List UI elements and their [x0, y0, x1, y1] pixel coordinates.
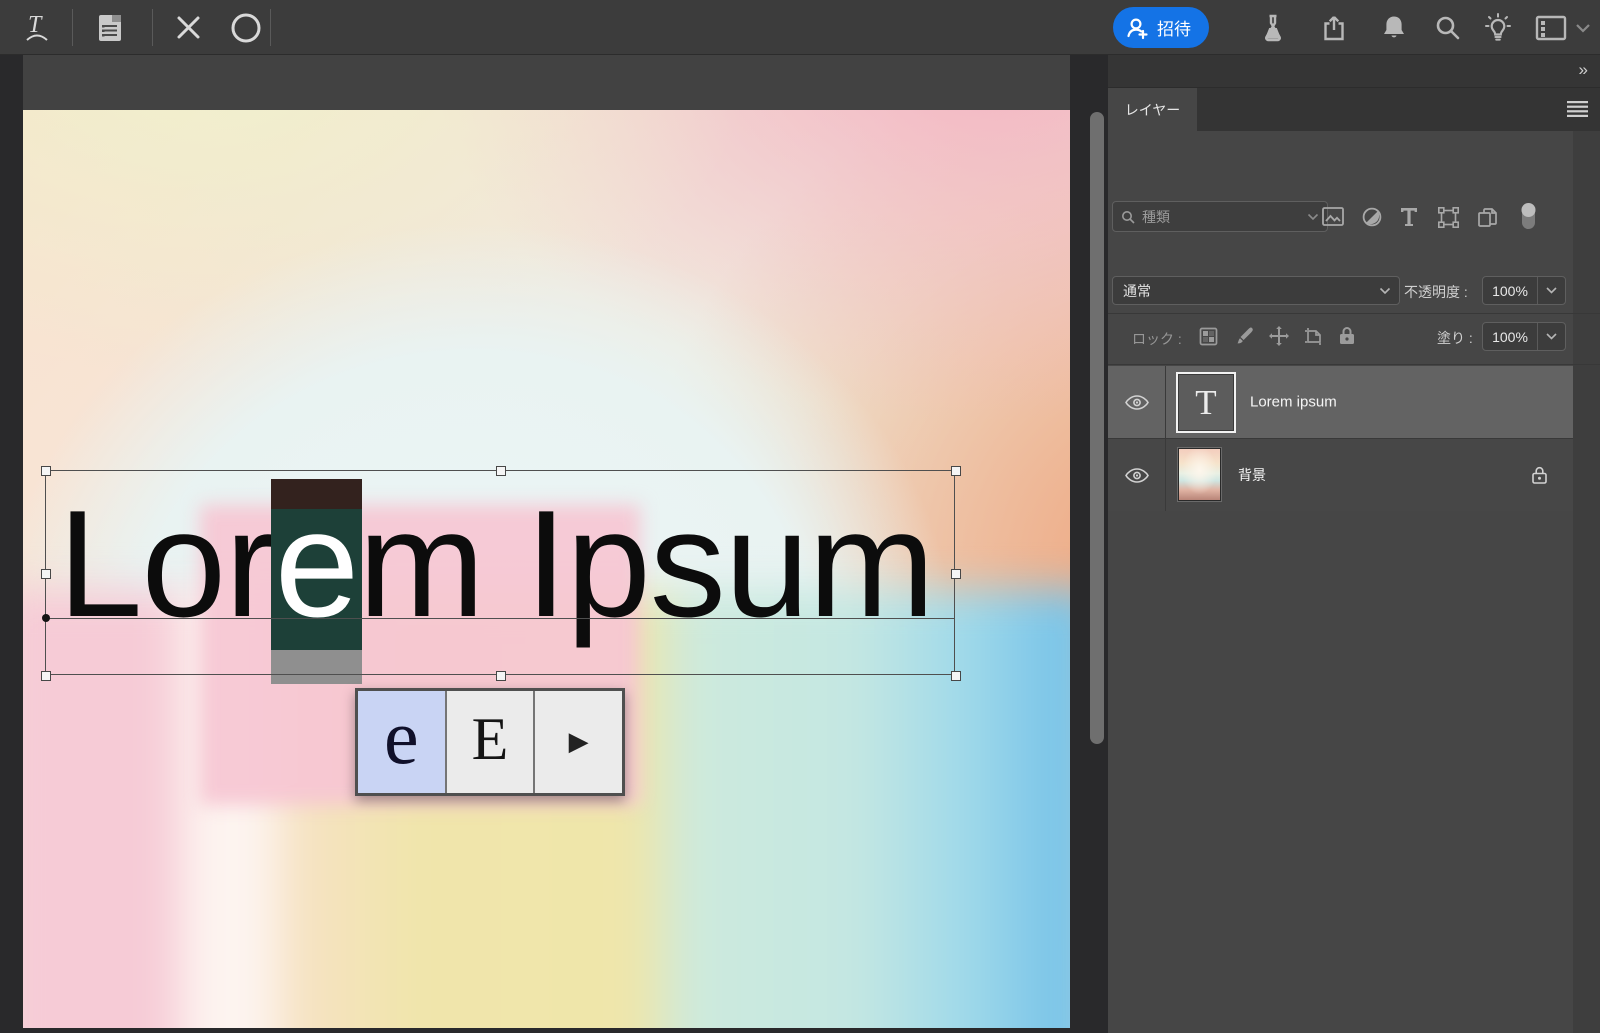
filter-adjustment-layers-icon[interactable]: [1362, 207, 1382, 227]
glyph-option-lowercase[interactable]: e: [358, 691, 445, 793]
panel-divider: [1108, 364, 1600, 365]
toolbar-separator: [152, 9, 153, 46]
eye-icon: [1124, 467, 1149, 483]
lock-position-icon[interactable]: [1269, 326, 1289, 346]
chevron-down-icon: [1307, 213, 1319, 221]
cancel-edit-button[interactable]: [171, 0, 205, 55]
handle-middle-left[interactable]: [41, 569, 51, 579]
handle-top-center[interactable]: [496, 466, 506, 476]
canvas-margin-top: [23, 55, 1070, 110]
toolbar-overflow-chevron-icon[interactable]: [1572, 0, 1594, 55]
search-icon[interactable]: [1430, 0, 1464, 55]
filter-type-layers-icon[interactable]: [1400, 207, 1418, 227]
layer-visibility-toggle[interactable]: [1108, 366, 1166, 438]
image-layer-thumbnail[interactable]: [1178, 448, 1221, 501]
text-layer-thumbnail[interactable]: T: [1176, 372, 1236, 433]
blend-mode-value: 通常: [1123, 282, 1151, 299]
layer-visibility-toggle[interactable]: [1108, 439, 1166, 511]
layer-name[interactable]: Lorem ipsum: [1250, 394, 1337, 411]
collapse-panel-icon[interactable]: »: [1579, 60, 1589, 80]
opacity-value: 100%: [1492, 282, 1528, 299]
layer-locked-icon[interactable]: [1532, 466, 1547, 484]
toolbar-separator: [270, 9, 271, 46]
layer-filter-type-select[interactable]: 種類: [1112, 201, 1328, 232]
handle-top-left[interactable]: [41, 466, 51, 476]
chevron-down-icon: [1379, 287, 1391, 295]
lock-all-icon[interactable]: [1339, 326, 1355, 345]
toolbar-separator: [72, 9, 73, 46]
text-baseline-guide: [46, 618, 954, 619]
commit-edit-button[interactable]: [228, 0, 264, 55]
handle-bottom-right[interactable]: [951, 671, 961, 681]
invite-button-label: 招待: [1157, 20, 1191, 39]
share-icon[interactable]: [1317, 0, 1351, 55]
handle-bottom-center[interactable]: [496, 671, 506, 681]
lock-transparency-icon[interactable]: [1199, 327, 1218, 346]
lock-pixels-brush-icon[interactable]: [1235, 326, 1255, 346]
layer-row-background[interactable]: 背景: [1108, 439, 1573, 511]
handle-middle-right[interactable]: [951, 569, 961, 579]
eye-icon: [1124, 394, 1149, 410]
person-add-icon: [1125, 16, 1149, 40]
document-properties-icon[interactable]: [93, 0, 127, 55]
panel-header-strip: »: [1108, 55, 1600, 88]
baseline-anchor-dot: [42, 614, 50, 622]
panel-divider: [1108, 313, 1600, 314]
svg-text:T: T: [28, 12, 43, 38]
fill-value: 100%: [1492, 328, 1528, 345]
filter-type-value: 種類: [1142, 208, 1170, 225]
lock-artboard-icon[interactable]: [1304, 327, 1324, 346]
notifications-bell-icon[interactable]: [1377, 0, 1411, 55]
filter-smart-objects-icon[interactable]: [1477, 207, 1498, 228]
fill-chevron-icon[interactable]: [1537, 323, 1565, 350]
workspace-panel-icon[interactable]: [1532, 0, 1570, 55]
vertical-scrollbar-thumb[interactable]: [1090, 112, 1104, 744]
opacity-label: 不透明度 :: [1404, 284, 1468, 300]
fill-label: 塗り :: [1437, 330, 1473, 346]
panel-tab-bar: レイヤー: [1108, 88, 1600, 131]
panel-right-gutter: [1573, 131, 1600, 1033]
opacity-input[interactable]: 100%: [1482, 276, 1566, 305]
filter-shape-layers-icon[interactable]: [1438, 207, 1459, 228]
handle-bottom-left[interactable]: [41, 671, 51, 681]
filter-toggle-pin[interactable]: [1520, 201, 1537, 231]
invite-button[interactable]: 招待: [1113, 7, 1209, 48]
layer-row-lorem-ipsum[interactable]: T Lorem ipsum: [1108, 366, 1573, 438]
tab-layers[interactable]: レイヤー: [1108, 88, 1197, 131]
glyph-alternates-popup: e E ▶: [355, 688, 625, 796]
blend-mode-select[interactable]: 通常: [1112, 276, 1400, 305]
type-tool-icon[interactable]: T: [20, 0, 54, 55]
app-toolbar: T 招待: [0, 0, 1600, 55]
opacity-chevron-icon[interactable]: [1537, 277, 1565, 304]
lock-label: ロック :: [1132, 331, 1182, 347]
handle-top-right[interactable]: [951, 466, 961, 476]
panel-body: 種類 通常 不透明度 : 100% ロック: 塗り: 100% T Lore…: [1108, 131, 1600, 1033]
document-canvas[interactable]: Lor em Ipsum e E ▶: [23, 110, 1070, 1028]
panel-menu-icon[interactable]: [1567, 101, 1588, 117]
layer-name[interactable]: 背景: [1238, 465, 1266, 485]
glyph-option-uppercase[interactable]: E: [446, 691, 534, 793]
fill-input[interactable]: 100%: [1482, 322, 1566, 351]
help-lightbulb-icon[interactable]: [1481, 0, 1515, 55]
beta-flask-icon[interactable]: [1256, 0, 1290, 55]
glyph-option-expand-arrow[interactable]: ▶: [535, 691, 623, 793]
filter-image-layers-icon[interactable]: [1322, 207, 1344, 226]
search-small-icon: [1121, 210, 1135, 224]
layers-panel: » レイヤー 種類 通常 不透明度: 100% ロック: 塗り: 100%…: [1108, 55, 1600, 1033]
text-bounding-box: [41, 466, 961, 681]
